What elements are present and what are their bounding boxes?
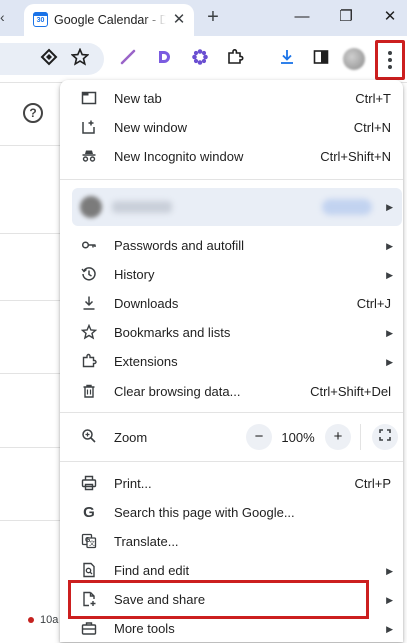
fullscreen-button[interactable]	[372, 424, 398, 450]
tab-scroll-left-icon[interactable]: ‹	[0, 7, 10, 27]
page-divider	[0, 145, 60, 146]
pen-extension-icon[interactable]	[117, 48, 139, 70]
chevron-right-icon: ▶	[386, 624, 393, 634]
trash-icon	[80, 383, 98, 401]
close-window-button[interactable]: ✕	[378, 6, 402, 28]
incognito-icon	[80, 148, 98, 166]
d-extension-icon[interactable]	[153, 48, 175, 70]
menu-item-clear-browsing-data[interactable]: Clear browsing data... Ctrl+Shift+Del	[60, 377, 403, 406]
minimize-button[interactable]: —	[290, 6, 314, 28]
tab-close-icon[interactable]: ✕	[170, 11, 188, 29]
help-icon[interactable]: ?	[23, 103, 43, 123]
chevron-right-icon: ▶	[386, 328, 393, 338]
google-icon: G	[83, 504, 95, 521]
calendar-favicon-icon: 30	[33, 12, 48, 27]
tab-strip: ‹ 30 Google Calendar - D ✕ + — ❐ ✕	[0, 0, 407, 36]
menu-item-translate[interactable]: G文 Translate...	[60, 527, 403, 556]
page-divider	[0, 300, 60, 301]
svg-text:文: 文	[89, 540, 95, 548]
profile-avatar	[80, 196, 102, 218]
browser-toolbar	[0, 36, 407, 83]
chevron-right-icon: ▶	[386, 241, 393, 251]
extensions-icon	[80, 353, 98, 371]
chevron-right-icon: ▶	[386, 357, 393, 367]
menu-item-extensions[interactable]: Extensions ▶	[60, 347, 403, 376]
download-icon	[80, 295, 98, 313]
translate-icon: G文	[80, 533, 98, 551]
new-tab-button[interactable]: +	[203, 6, 223, 28]
side-panel-icon[interactable]	[310, 48, 332, 70]
menu-item-print[interactable]: Print... Ctrl+P	[60, 469, 403, 498]
profile-item[interactable]: ▶	[72, 188, 402, 226]
active-tab[interactable]: 30 Google Calendar - D ✕	[24, 4, 194, 36]
menu-button[interactable]	[375, 40, 405, 80]
key-icon	[80, 237, 98, 255]
menu-separator	[60, 412, 403, 413]
new-tab-icon	[80, 90, 98, 108]
page-divider	[0, 373, 60, 374]
download-icon[interactable]	[276, 48, 298, 70]
page-divider	[0, 233, 60, 234]
calendar-event[interactable]: 10a	[28, 614, 58, 626]
restore-button[interactable]: ❐	[334, 6, 358, 28]
menu-separator	[60, 461, 403, 462]
menu-item-passwords-autofill[interactable]: Passwords and autofill ▶	[60, 231, 403, 260]
menu-item-zoom: Zoom − 100% +	[60, 420, 403, 454]
chevron-right-icon: ▶	[386, 566, 393, 576]
extensions-icon[interactable]	[224, 48, 246, 70]
profile-badge-redacted	[322, 199, 372, 215]
menu-item-new-tab[interactable]: New tab Ctrl+T	[60, 84, 403, 113]
chevron-right-icon: ▶	[386, 202, 393, 212]
lens-icon[interactable]	[38, 48, 60, 70]
chevron-right-icon: ▶	[386, 270, 393, 280]
toolbox-icon	[80, 620, 98, 638]
menu-item-search-page-google[interactable]: G Search this page with Google...	[60, 498, 403, 527]
page-divider	[0, 447, 60, 448]
menu-item-history[interactable]: History ▶	[60, 260, 403, 289]
fullscreen-icon	[379, 429, 391, 441]
star-icon[interactable]	[69, 47, 91, 70]
menu-item-new-incognito-window[interactable]: New Incognito window Ctrl+Shift+N	[60, 142, 403, 171]
new-window-icon	[80, 119, 98, 137]
event-dot-icon	[28, 617, 34, 624]
zoom-divider	[360, 424, 361, 450]
zoom-level: 100%	[281, 430, 315, 445]
print-icon	[80, 475, 98, 493]
chrome-main-menu: New tab Ctrl+T New window Ctrl+N New Inc…	[60, 80, 403, 642]
zoom-out-button[interactable]: −	[246, 424, 272, 450]
zoom-icon	[80, 428, 98, 446]
tab-title: Google Calendar - D	[54, 13, 166, 27]
find-icon	[80, 562, 98, 580]
profile-avatar[interactable]	[343, 48, 365, 70]
history-icon	[80, 266, 98, 284]
menu-item-downloads[interactable]: Downloads Ctrl+J	[60, 289, 403, 318]
profile-name-redacted	[112, 201, 172, 213]
chevron-right-icon: ▶	[386, 595, 393, 605]
menu-icon[interactable]	[378, 43, 402, 77]
menu-separator	[60, 179, 403, 180]
save-share-highlight	[68, 580, 369, 619]
star-icon	[80, 323, 98, 342]
menu-item-bookmarks-lists[interactable]: Bookmarks and lists ▶	[60, 318, 403, 347]
page-divider	[0, 520, 60, 521]
flower-extension-icon[interactable]	[189, 48, 211, 70]
menu-item-new-window[interactable]: New window Ctrl+N	[60, 113, 403, 142]
zoom-in-button[interactable]: +	[325, 424, 351, 450]
calendar-page	[0, 83, 60, 642]
